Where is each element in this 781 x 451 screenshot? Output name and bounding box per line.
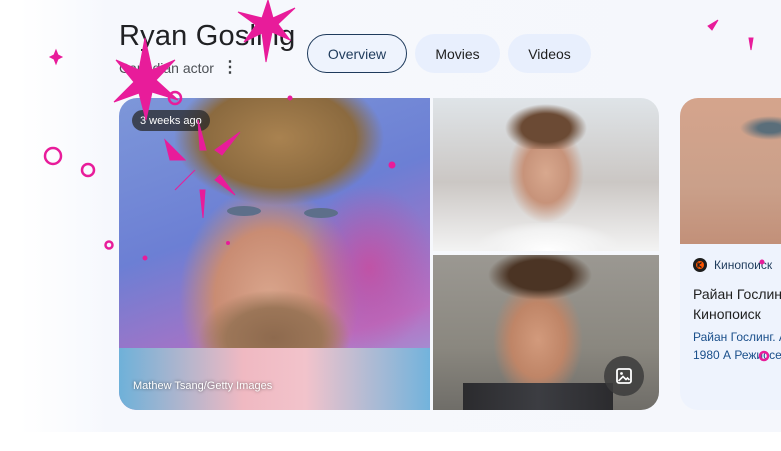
source-card[interactable]: Кинопоиск Райан Гослин Кинопоиск Райан Г… — [680, 98, 781, 410]
photo-hair — [488, 255, 593, 300]
photo-shirt — [119, 348, 430, 410]
entity-subtitle: Canadian actor — [119, 60, 214, 76]
source-card-photo — [680, 98, 781, 244]
photo-hair — [505, 104, 587, 149]
entity-title: Ryan Gosling — [119, 20, 296, 52]
more-options-icon[interactable]: ⋮ — [222, 58, 238, 76]
photo-age-badge: 3 weeks ago — [132, 110, 210, 131]
source-card-title[interactable]: Райан Гослин Кинопоиск — [693, 284, 781, 324]
photo-credit: Mathew Tsang/Getty Images — [133, 380, 273, 392]
top-right-photo[interactable] — [433, 98, 659, 251]
photo-suit — [463, 383, 613, 410]
kinopoisk-logo-icon — [693, 258, 707, 272]
photo-eye-right — [304, 208, 338, 218]
photo-shirt — [473, 223, 623, 251]
tab-videos[interactable]: Videos — [508, 34, 591, 73]
source-label[interactable]: Кинопоиск — [693, 258, 772, 272]
main-photo[interactable] — [119, 98, 430, 410]
image-glyph-icon — [616, 368, 632, 384]
page-bottom — [0, 432, 781, 451]
source-card-snippet: Райан Гослинг. А ноября, 1980 А Режиссер… — [693, 330, 781, 362]
photo-eye-left — [227, 206, 261, 216]
tab-overview[interactable]: Overview — [307, 34, 407, 73]
tab-movies[interactable]: Movies — [415, 34, 500, 73]
source-name: Кинопоиск — [714, 258, 773, 272]
image-icon[interactable] — [604, 356, 644, 396]
